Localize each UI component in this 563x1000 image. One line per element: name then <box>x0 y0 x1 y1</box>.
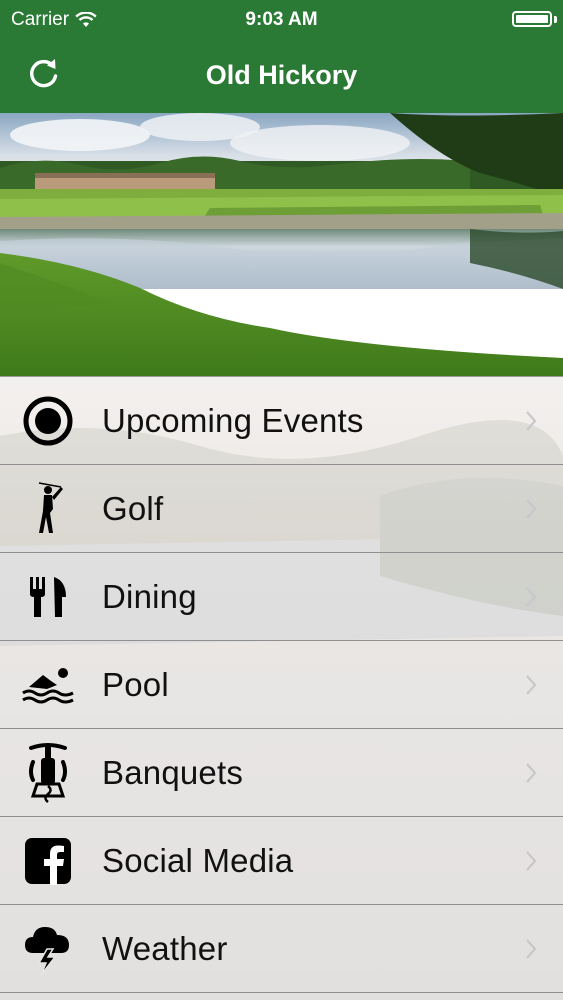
storm-cloud-icon <box>20 921 76 977</box>
menu-item-golf[interactable]: Golf <box>0 465 563 553</box>
battery-level <box>516 15 548 23</box>
fork-knife-icon <box>20 569 76 625</box>
corkscrew-icon <box>20 742 76 803</box>
facebook-icon <box>20 833 76 889</box>
menu-item-banquets[interactable]: Banquets <box>0 729 563 817</box>
menu-item-label: Social Media <box>102 841 294 879</box>
chevron-right-icon <box>526 938 537 959</box>
battery-tip <box>554 16 557 23</box>
menu-item-label: Dining <box>102 577 197 615</box>
swimmer-icon <box>20 657 76 713</box>
app-header: Carrier 9:03 AM Old Hickory <box>0 0 563 113</box>
golf-course-photo <box>0 113 563 376</box>
menu-list: Upcoming Events Golf Dining Pool Banquet… <box>0 376 563 993</box>
status-bar: Carrier 9:03 AM <box>0 0 563 38</box>
chevron-right-icon <box>526 674 537 695</box>
target-circle-icon <box>20 393 76 449</box>
nav-bar: Old Hickory <box>0 38 563 113</box>
battery-icon <box>512 11 552 27</box>
menu-item-upcoming-events[interactable]: Upcoming Events <box>0 376 563 465</box>
menu-item-label: Pool <box>102 665 169 703</box>
menu-item-label: Golf <box>102 489 164 527</box>
chevron-right-icon <box>526 410 537 431</box>
chevron-right-icon <box>526 498 537 519</box>
menu-item-weather[interactable]: Weather <box>0 905 563 993</box>
menu-item-pool[interactable]: Pool <box>0 641 563 729</box>
menu-item-label: Weather <box>102 929 228 967</box>
chevron-right-icon <box>526 762 537 783</box>
page-title: Old Hickory <box>205 60 358 90</box>
chevron-right-icon <box>526 850 537 871</box>
main-menu: Upcoming Events Golf Dining Pool Banquet… <box>0 376 563 1000</box>
hero-image <box>0 113 563 376</box>
chevron-right-icon <box>526 586 537 607</box>
menu-item-label: Upcoming Events <box>102 401 364 439</box>
menu-item-label: Banquets <box>102 753 244 791</box>
menu-item-dining[interactable]: Dining <box>0 553 563 641</box>
menu-item-social-media[interactable]: Social Media <box>0 817 563 905</box>
status-time: 9:03 AM <box>245 9 318 30</box>
golfer-icon <box>20 481 76 537</box>
